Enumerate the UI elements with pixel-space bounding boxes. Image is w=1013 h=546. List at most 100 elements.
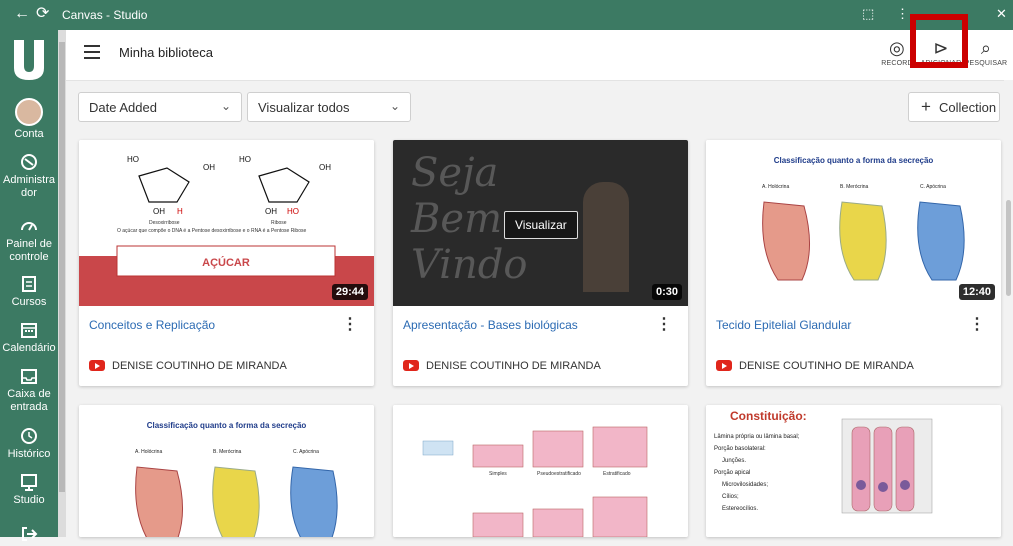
courses-icon <box>22 276 36 292</box>
more-options-icon[interactable]: ⋮ <box>969 314 985 334</box>
visualizar-button[interactable]: Visualizar <box>504 211 578 239</box>
media-card[interactable]: Seja Bem Vindo Visualizar 0:30 Apresenta… <box>393 140 688 386</box>
sidebar-item-label: Cursos <box>11 296 47 308</box>
desoxirribose-label: Desoxirribose <box>149 220 180 226</box>
holocrina-label: A. Holócrina <box>135 449 162 455</box>
holocrina-label: A. Holócrina <box>762 184 789 190</box>
sidebar-item-calendario[interactable]: Calendário <box>0 320 58 355</box>
media-owner: DENISE COUTINHO DE MIRANDA <box>716 360 914 372</box>
media-card[interactable]: HO OH HO OH OH H OH HO Desoxirribose Ribose … <box>79 140 374 386</box>
logout-icon <box>22 527 38 541</box>
main-scrollbar[interactable] <box>1004 80 1013 537</box>
page-title: Minha biblioteca <box>119 45 213 60</box>
more-options-icon[interactable]: ⋮ <box>656 314 672 334</box>
media-card[interactable]: Classificação quanto a forma da secreção… <box>706 140 1001 386</box>
sidebar-item-label: Administrador <box>3 174 55 199</box>
record-label: RECORD <box>881 60 913 67</box>
window-title: Canvas - Studio <box>62 8 148 22</box>
svg-text:HO: HO <box>127 155 139 164</box>
shield-icon <box>21 154 37 170</box>
sidebar-item-logout[interactable] <box>0 524 58 546</box>
collection-label: Collection <box>939 100 997 115</box>
sidebar-item-label: Painel de controle <box>6 238 52 263</box>
merocrina-label: B. Merócrina <box>213 449 242 455</box>
sidebar-item-administrador[interactable]: Administrador <box>0 152 58 200</box>
dashboard-icon <box>21 222 37 231</box>
media-owner: DENISE COUTINHO DE MIRANDA <box>89 360 287 372</box>
gland-secretion-illustration: A. Holócrina B. Merócrina C. Apócrina <box>762 184 965 281</box>
sidebar-item-conta[interactable]: Conta <box>0 98 58 141</box>
extension-icon[interactable]: ⬚ <box>862 4 874 24</box>
apocrina-label: C. Apócrina <box>920 184 946 190</box>
sort-select[interactable]: Date Added ⌄ <box>78 92 242 122</box>
add-collection-button[interactable]: + Collection <box>908 92 1000 122</box>
media-title-link[interactable]: Conceitos e Replicação <box>89 318 215 332</box>
owner-name: DENISE COUTINHO DE MIRANDA <box>112 360 287 372</box>
thumb-caption: AÇÚCAR <box>202 256 250 269</box>
canvas-studio-logo[interactable] <box>11 36 47 82</box>
hamburger-menu-icon[interactable] <box>84 45 100 59</box>
owner-name: DENISE COUTINHO DE MIRANDA <box>426 360 601 372</box>
view-filter-select[interactable]: Visualizar todos ⌄ <box>247 92 411 122</box>
more-options-icon[interactable]: ⋮ <box>342 314 358 334</box>
back-arrow-icon[interactable]: ← <box>14 4 30 24</box>
media-card[interactable]: Simples Pseudoestratificado Estratificad… <box>393 405 688 537</box>
video-thumbnail[interactable]: HO OH HO OH OH H OH HO Desoxirribose Ribose … <box>79 140 374 306</box>
svg-text:HO: HO <box>287 207 299 216</box>
svg-text:OH: OH <box>265 207 277 216</box>
sidebar-item-label: Caixa de entrada <box>7 388 51 413</box>
calendar-icon <box>21 323 37 338</box>
sugar-structure-illustration: HOOH HOOH OH H OH HO Desoxirribose Ribose … <box>79 155 374 306</box>
chevron-down-icon: ⌄ <box>389 99 400 113</box>
presenter-silhouette <box>583 182 629 292</box>
sidebar-item-studio[interactable]: Studio <box>0 472 58 507</box>
youtube-icon <box>716 360 732 371</box>
scrollbar-thumb[interactable] <box>1006 200 1011 296</box>
media-card[interactable]: Classificação quanto a forma da secreção… <box>79 405 374 537</box>
studio-header: Minha biblioteca ◎ RECORD ⊳ ADICIONAR ⌕ … <box>66 30 1013 81</box>
media-owner: DENISE COUTINHO DE MIRANDA <box>403 360 601 372</box>
window-titlebar: ← ⟳ Canvas - Studio ⬚ ⋮ ✕ <box>0 0 1013 30</box>
refresh-icon[interactable]: ⟳ <box>36 4 49 24</box>
sidebar-item-historico[interactable]: Histórico <box>0 426 58 461</box>
sidebar-item-painel-de-controle[interactable]: Painel de controle <box>0 216 58 264</box>
inbox-icon <box>21 369 37 384</box>
video-thumbnail[interactable]: Classificação quanto a forma da secreção… <box>706 140 1001 306</box>
svg-text:H: H <box>177 207 183 216</box>
video-thumbnail[interactable]: Seja Bem Vindo Visualizar 0:30 <box>393 140 688 306</box>
svg-text:HO: HO <box>239 155 251 164</box>
sidebar-scrollbar[interactable] <box>58 30 66 537</box>
sort-select-value: Date Added <box>89 100 157 115</box>
scrollbar-thumb[interactable] <box>59 42 65 492</box>
video-thumbnail[interactable]: Simples Pseudoestratificado Estratificad… <box>393 405 688 537</box>
estratificado-label: Estratificado <box>603 471 631 477</box>
global-nav-sidebar: Conta Administrador Painel de controle C… <box>0 30 58 541</box>
youtube-icon <box>89 360 105 371</box>
sidebar-item-cursos[interactable]: Cursos <box>0 274 58 309</box>
plus-icon: + <box>921 97 931 116</box>
media-title-link[interactable]: Tecido Epitelial Glandular <box>716 318 851 332</box>
sidebar-item-label: Calendário <box>2 342 56 354</box>
youtube-icon <box>403 360 419 371</box>
studio-icon <box>21 474 37 491</box>
media-title-link[interactable]: Apresentação - Bases biológicas <box>403 318 578 332</box>
media-card[interactable]: Constituição: Lâmina própria ou lâmina b… <box>706 405 1001 537</box>
owner-name: DENISE COUTINHO DE MIRANDA <box>739 360 914 372</box>
thumb-text: O açúcar que compõe o DNA é a Pentose de… <box>117 228 307 234</box>
sidebar-item-caixa-de-entrada[interactable]: Caixa de entrada <box>0 366 58 414</box>
annotation-highlight-box <box>910 14 968 68</box>
video-thumbnail[interactable]: Constituição: Lâmina própria ou lâmina b… <box>706 405 1001 537</box>
more-menu-icon[interactable]: ⋮ <box>896 4 909 24</box>
duration-badge: 0:30 <box>651 284 682 300</box>
duration-badge: 12:40 <box>958 284 995 300</box>
search-button[interactable]: ⌕ PESQUISAR <box>963 38 1009 67</box>
avatar <box>15 98 43 126</box>
chevron-down-icon: ⌄ <box>220 99 231 113</box>
close-icon[interactable]: ✕ <box>996 4 1007 24</box>
merocrina-label: B. Merócrina <box>840 184 869 190</box>
history-icon <box>21 428 37 444</box>
search-label: PESQUISAR <box>964 60 1008 67</box>
svg-text:OH: OH <box>153 207 165 216</box>
video-thumbnail[interactable]: Classificação quanto a forma da secreção… <box>79 405 374 537</box>
sidebar-item-label: Histórico <box>7 448 51 460</box>
